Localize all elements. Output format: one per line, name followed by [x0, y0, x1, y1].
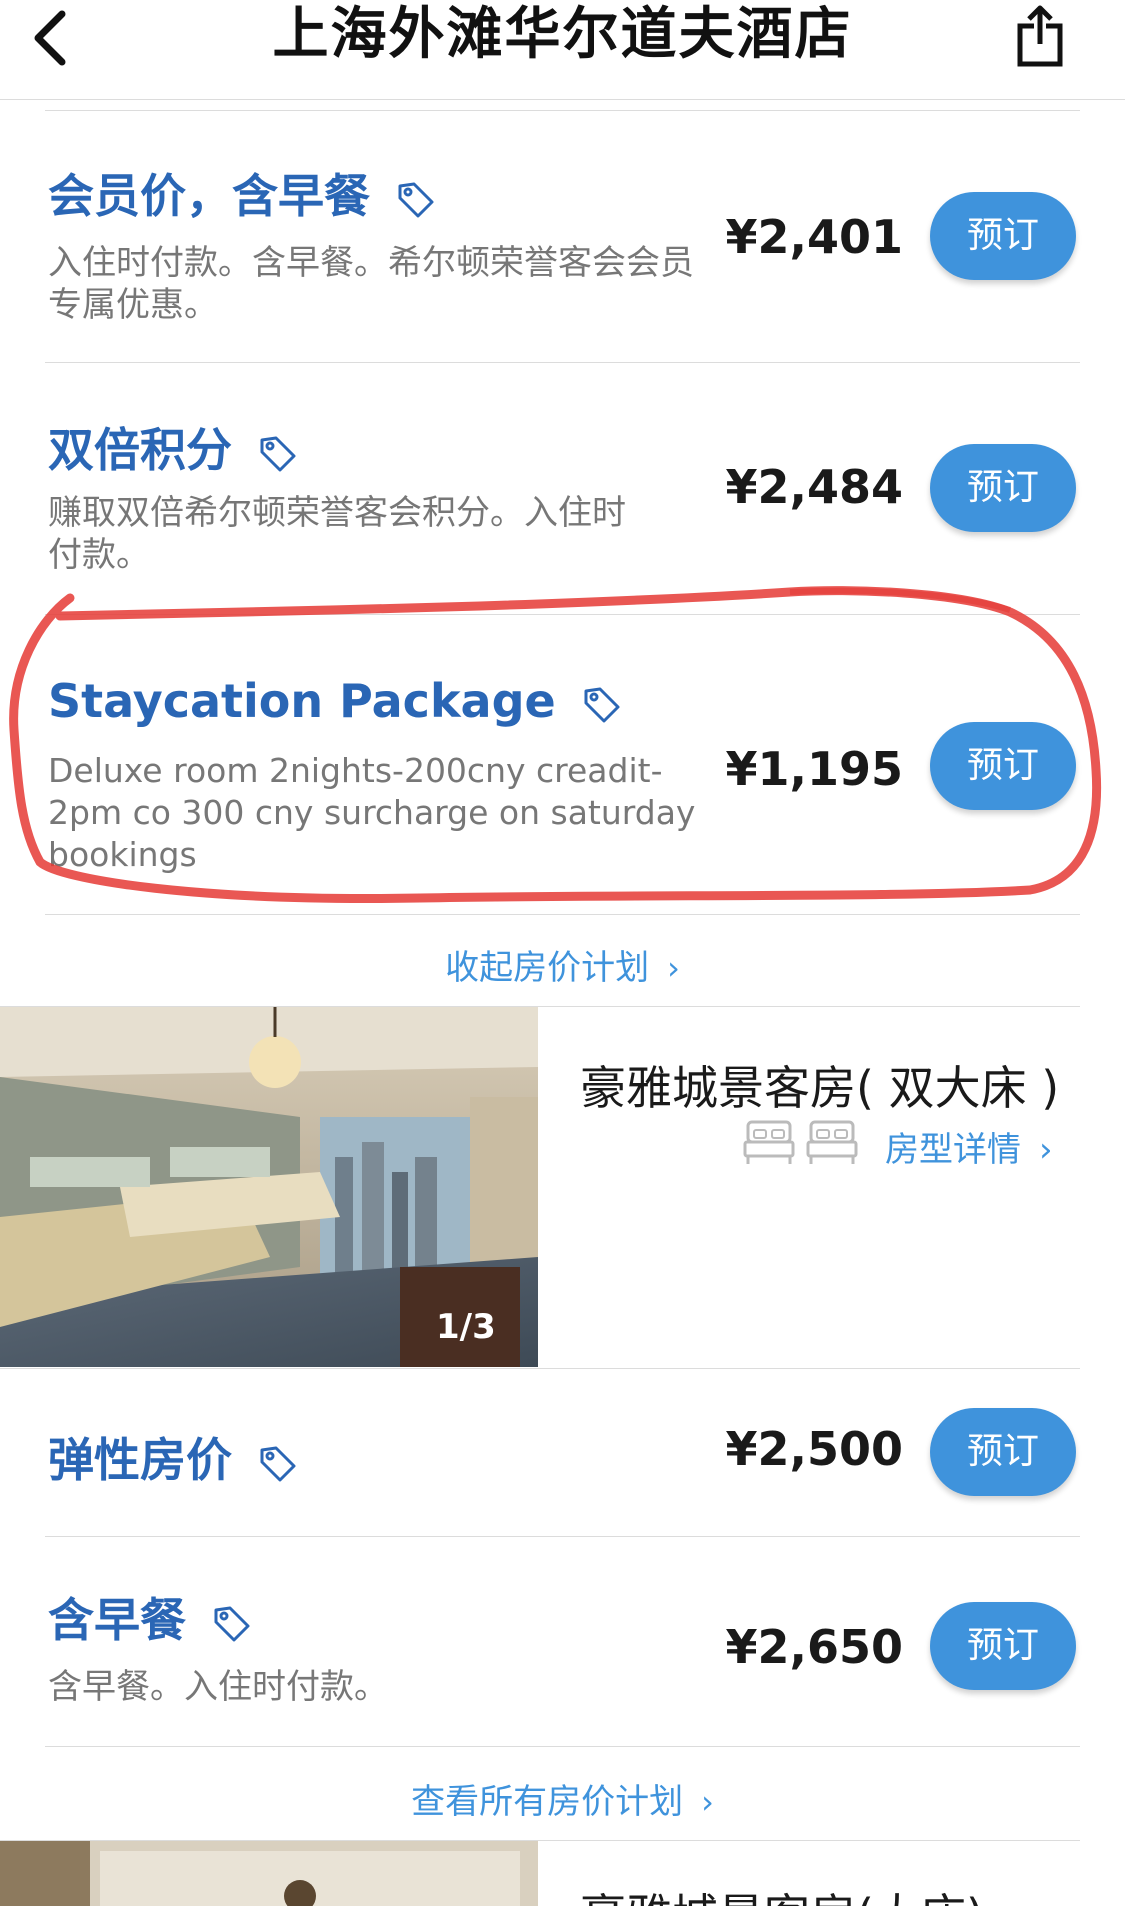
rate-description: Deluxe room 2nights-200cny creadit-2pm c… [48, 751, 696, 874]
rate-row: Staycation Package Deluxe room 2nights-2… [0, 614, 1125, 914]
rate-name: 弹性房价 [48, 1424, 298, 1490]
room-name: 豪雅城景客房( 双大床 ) [580, 1061, 1060, 1115]
tag-icon [214, 1606, 250, 1641]
chevron-left-icon[interactable] [28, 8, 76, 68]
tag-icon [260, 436, 296, 471]
bed-icon [743, 1120, 795, 1164]
rate-description: 赚取双倍希尔顿荣誉客会积分。入住时付款。 [48, 493, 626, 575]
rate-price: ¥2,500 [725, 1422, 903, 1476]
chevron-right-icon: › [1039, 1130, 1053, 1170]
rate-name-text: 双倍积分 [48, 423, 232, 477]
book-button[interactable]: 预订 [930, 192, 1076, 280]
book-button[interactable]: 预订 [930, 1602, 1076, 1690]
chevron-right-icon: › [667, 949, 680, 987]
rate-price: ¥2,401 [725, 210, 903, 264]
rate-description: 含早餐。入住时付款。 [48, 1667, 388, 1707]
rate-name-text: Staycation Package [48, 674, 556, 728]
share-icon[interactable] [1010, 4, 1070, 68]
view-all-rates-label: 查看所有房价计划 [411, 1782, 684, 1822]
hotel-rates-page: 上海外滩华尔道夫酒店 会员价，含早餐 入住时付款。含早餐。希尔顿荣誉客会会员专属… [0, 0, 1125, 1906]
collapse-rates-label: 收起房价计划 [445, 948, 650, 988]
chevron-right-icon: › [701, 1783, 714, 1821]
rate-row: 含早餐 含早餐。入住时付款。 ¥2,650 预订 [0, 1536, 1125, 1746]
divider [45, 914, 1080, 915]
rate-name: 含早餐 [48, 1584, 252, 1650]
rate-description: 入住时付款。含早餐。希尔顿荣誉客会会员专属优惠。 [48, 243, 694, 325]
room-photo[interactable]: 1/3 [0, 1007, 538, 1367]
divider [45, 1746, 1080, 1747]
room-detail-link[interactable]: 房型详情 › [885, 1122, 1053, 1171]
rate-price: ¥2,484 [725, 460, 903, 514]
rate-price: ¥1,195 [725, 742, 903, 796]
image-counter: 1/3 [436, 1307, 496, 1347]
rate-row: 弹性房价 ¥2,500 预订 [0, 1368, 1125, 1536]
nav-header: 上海外滩华尔道夫酒店 [0, 0, 1125, 100]
collapse-rates-link[interactable]: 收起房价计划 › [0, 940, 1125, 989]
rate-name-text: 会员价，含早餐 [48, 169, 370, 223]
rate-price: ¥2,650 [725, 1620, 903, 1674]
rate-row: 会员价，含早餐 入住时付款。含早餐。希尔顿荣誉客会会员专属优惠。 ¥2,401 … [0, 110, 1125, 362]
room-detail-label: 房型详情 [885, 1130, 1021, 1170]
book-button[interactable]: 预订 [930, 1408, 1076, 1496]
bed-icon [806, 1120, 858, 1164]
book-button[interactable]: 预订 [930, 444, 1076, 532]
rate-row: 双倍积分 赚取双倍希尔顿荣誉客会积分。入住时付款。 ¥2,484 预订 [0, 362, 1125, 614]
room-photo[interactable] [0, 1841, 538, 1906]
page-title: 上海外滩华尔道夫酒店 [272, 2, 853, 67]
rate-name: 会员价，含早餐 [48, 160, 436, 226]
rate-name-text: 含早餐 [48, 1593, 186, 1647]
book-button[interactable]: 预订 [930, 722, 1076, 810]
rate-name-text: 弹性房价 [48, 1433, 232, 1487]
view-all-rates-link[interactable]: 查看所有房价计划 › [0, 1774, 1125, 1823]
tag-icon [260, 1446, 296, 1481]
tag-icon [584, 687, 620, 722]
room-photo-illustration [0, 1841, 538, 1906]
room-name: 豪雅城景客房(大床) [580, 1880, 984, 1906]
tag-icon [398, 182, 434, 217]
rate-name: 双倍积分 [48, 414, 298, 480]
rate-name: Staycation Package [48, 674, 622, 728]
